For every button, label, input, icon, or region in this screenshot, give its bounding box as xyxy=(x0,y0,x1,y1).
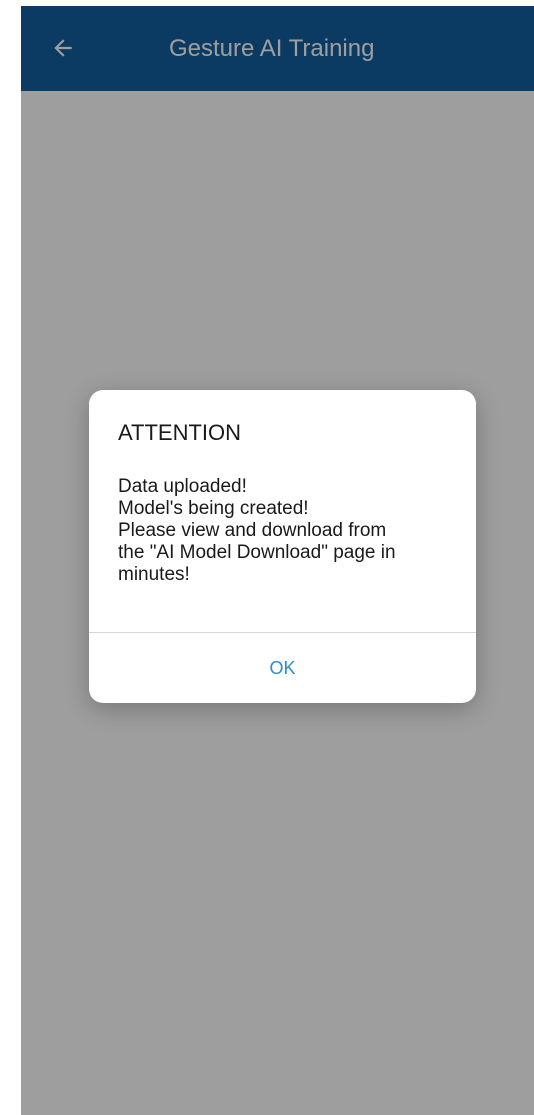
attention-dialog: ATTENTION Data uploaded! Model's being c… xyxy=(89,390,476,703)
dialog-message-line: the "AI Model Download" page in xyxy=(118,542,396,563)
app-screen: Gesture AI Training ATTENTION Data uploa… xyxy=(21,6,534,1115)
dialog-message-line: Data uploaded! xyxy=(118,476,247,497)
dialog-message-line: minutes! xyxy=(118,564,190,585)
dialog-message-line: Model's being created! xyxy=(118,498,309,519)
dialog-message-line: Please view and download from xyxy=(118,520,387,541)
dialog-title: ATTENTION xyxy=(118,420,242,445)
dialog-message: Data uploaded! Model's being created! Pl… xyxy=(118,476,458,586)
ok-button[interactable]: OK xyxy=(89,633,476,703)
